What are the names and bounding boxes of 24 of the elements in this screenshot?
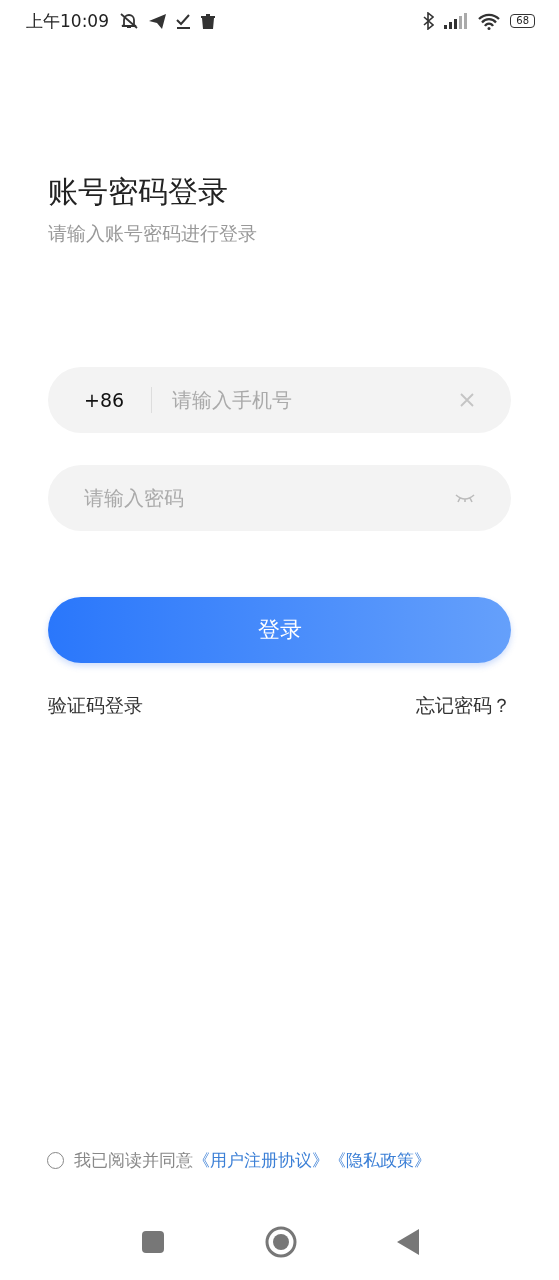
status-time: 上午10:09 bbox=[26, 9, 109, 33]
battery-level: 68 bbox=[510, 14, 535, 28]
page-title: 账号密码登录 bbox=[48, 173, 229, 211]
agreement-text: 我已阅读并同意《用户注册协议》《隐私政策》 bbox=[74, 1149, 431, 1172]
agreement-link[interactable]: 《用户注册协议》 bbox=[193, 1150, 329, 1170]
phone-input[interactable]: 请输入手机号 bbox=[172, 388, 459, 412]
country-code[interactable]: +86 bbox=[84, 389, 125, 411]
bluetooth-icon bbox=[423, 12, 435, 30]
home-icon[interactable] bbox=[264, 1226, 297, 1258]
checkmark-icon bbox=[176, 13, 191, 29]
back-icon[interactable] bbox=[396, 1229, 419, 1255]
agreement-link[interactable]: 《隐私政策》 bbox=[329, 1150, 431, 1170]
phone-field[interactable]: +86 请输入手机号 bbox=[48, 367, 511, 433]
password-field[interactable]: 请输入密码 bbox=[48, 465, 511, 531]
password-input[interactable]: 请输入密码 bbox=[84, 486, 455, 510]
trash-icon bbox=[201, 13, 215, 29]
recents-icon[interactable] bbox=[140, 1230, 165, 1254]
send-icon bbox=[149, 13, 166, 29]
login-option-link[interactable]: 验证码登录 bbox=[48, 693, 143, 719]
muted-bell-icon bbox=[119, 12, 139, 30]
wifi-icon bbox=[478, 12, 501, 30]
page-subtitle: 请输入账号密码进行登录 bbox=[48, 221, 258, 246]
login-option-link[interactable]: 忘记密码？ bbox=[416, 693, 511, 719]
signal-icon bbox=[444, 13, 469, 29]
